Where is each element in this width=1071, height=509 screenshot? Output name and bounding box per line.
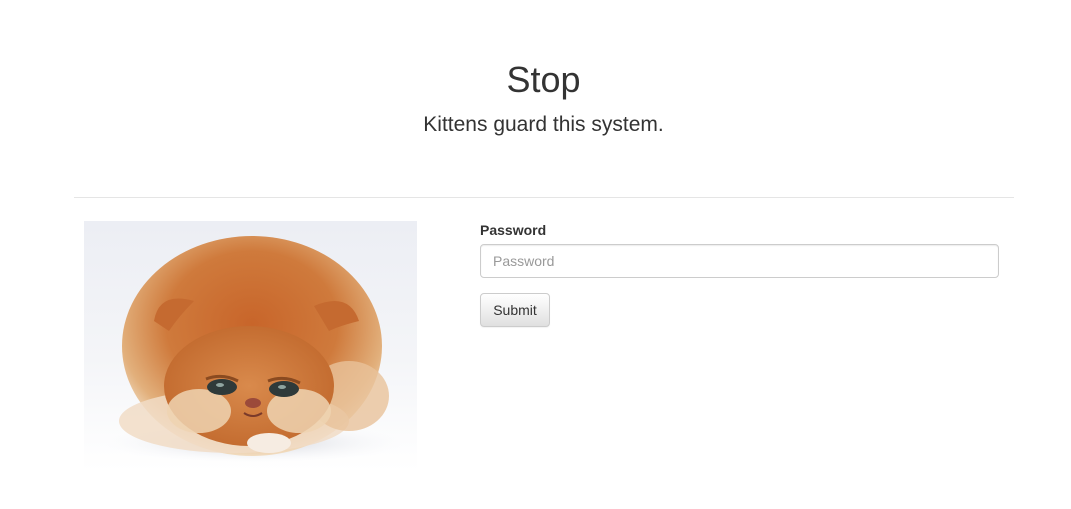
page-title: Stop [506,59,581,100]
page-subtitle: Kittens guard this system. [423,113,664,136]
kitten-photo [84,221,417,471]
password-label: Password [480,222,547,238]
password-input[interactable] [480,244,999,278]
page: Stop Kittens guard this system. Password… [0,0,1071,509]
submit-button[interactable]: Submit [480,293,550,327]
divider [74,197,1014,198]
